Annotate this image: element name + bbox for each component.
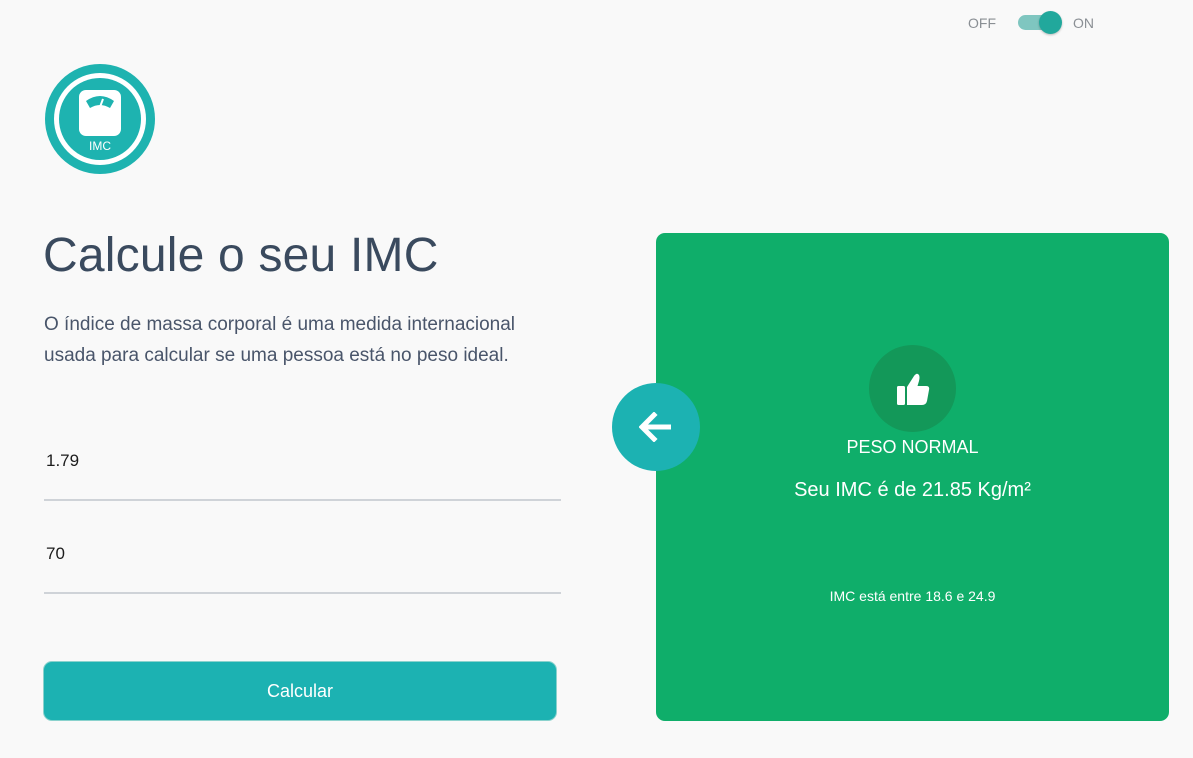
scale-icon: IMC — [45, 64, 155, 174]
toggle-off-label: OFF — [968, 14, 996, 31]
result-status: PESO NORMAL — [846, 437, 979, 457]
page-description: O índice de massa corporal é uma medida … — [44, 314, 516, 366]
theme-switch[interactable] — [1018, 11, 1062, 34]
calculate-button[interactable]: Calcular — [43, 661, 557, 721]
height-input[interactable] — [44, 446, 563, 476]
toggle-on-label: ON — [1073, 14, 1094, 31]
imc-calculator-page: OFF ON IMC Calcule o seu IMC O índice de… — [0, 0, 1193, 758]
thumbs-up-icon — [896, 373, 929, 405]
switch-knob — [1039, 11, 1062, 34]
page-title: Calcule o seu IMC — [43, 229, 439, 282]
result-icon-circle — [869, 345, 956, 432]
arrow-left-icon — [639, 412, 671, 442]
imc-logo: IMC — [45, 64, 155, 174]
result-range: IMC está entre 18.6 e 24.9 — [829, 588, 996, 604]
weight-input[interactable] — [44, 539, 563, 569]
result-card: PESO NORMAL Seu IMC é de 21.85 Kg/m² IMC… — [656, 233, 1169, 721]
back-button[interactable] — [612, 383, 700, 471]
result-value: Seu IMC é de 21.85 Kg/m² — [794, 479, 1031, 501]
height-field — [44, 446, 563, 501]
weight-field — [44, 539, 563, 594]
svg-text:IMC: IMC — [89, 139, 111, 153]
theme-toggle: OFF ON — [968, 11, 1094, 34]
